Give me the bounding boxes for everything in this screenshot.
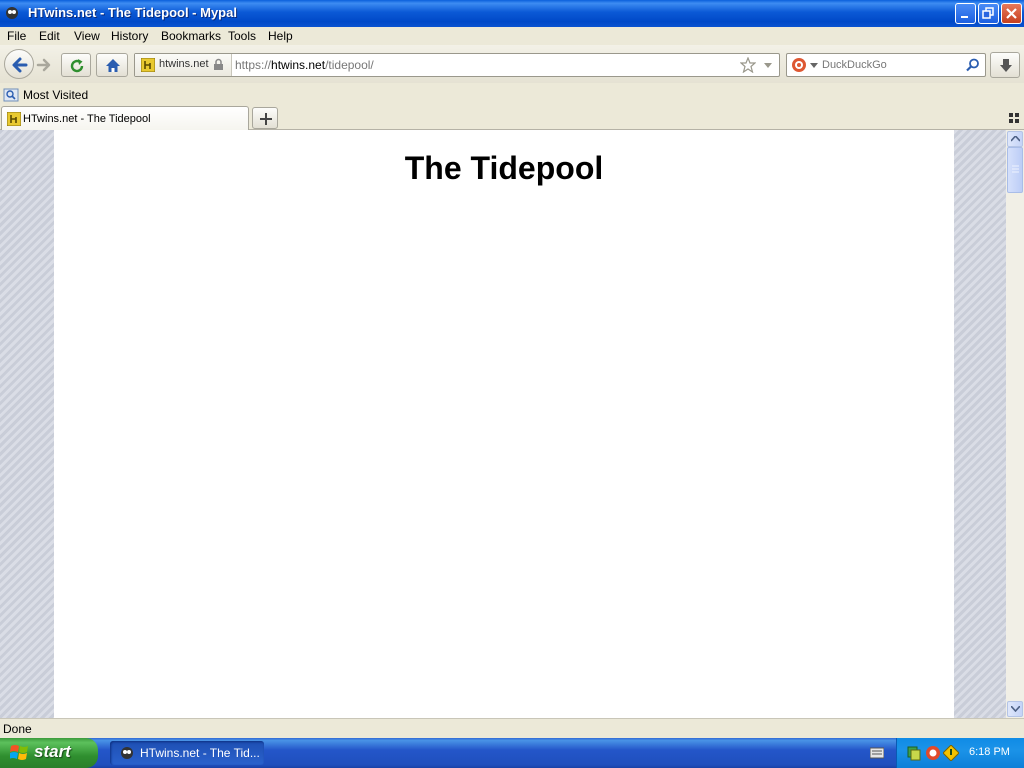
status-text: Done [3, 722, 32, 736]
start-label: start [34, 742, 71, 761]
menu-history[interactable]: History [111, 29, 148, 43]
menu-view[interactable]: View [74, 29, 100, 43]
page-heading: The Tidepool [404, 150, 604, 186]
content-area: The Tidepool [0, 130, 1006, 718]
clock[interactable]: 6:18 PM [969, 746, 1010, 758]
windows-logo-icon [10, 745, 28, 760]
tab-list-icon[interactable] [1009, 113, 1019, 123]
download-arrow-icon [1000, 59, 1012, 72]
url-path: /tidepool/ [325, 58, 374, 72]
menu-file[interactable]: File [7, 29, 26, 43]
site-favicon-icon [141, 58, 155, 72]
forward-button[interactable] [35, 56, 55, 74]
menu-bookmarks[interactable]: Bookmarks [161, 29, 221, 43]
vertical-scrollbar[interactable] [1006, 130, 1024, 718]
close-icon [1006, 8, 1017, 19]
scroll-down-button[interactable] [1007, 701, 1023, 717]
url-bar[interactable]: htwins.net https://htwins.net/tidepool/ [134, 53, 780, 77]
reload-icon [70, 59, 84, 73]
security-tray-icon[interactable] [925, 745, 941, 761]
menu-edit[interactable]: Edit [39, 29, 60, 43]
restore-icon [982, 7, 994, 19]
network-tray-icon[interactable] [907, 745, 921, 761]
lock-icon [214, 58, 223, 70]
system-tray: 6:18 PM [896, 738, 1024, 768]
tab-strip: HTwins.net - The Tidepool [0, 106, 1024, 130]
site-identity-label: htwins.net [159, 58, 209, 70]
scroll-up-arrow-icon [1011, 136, 1020, 142]
minimize-button[interactable] [955, 3, 976, 24]
taskbar-window-button[interactable]: HTwins.net - The Tid... [110, 741, 264, 765]
url-text[interactable]: https://htwins.net/tidepool/ [235, 58, 374, 72]
mypal-taskbar-icon [121, 747, 133, 759]
plus-icon [260, 113, 272, 125]
start-button[interactable]: start [0, 738, 98, 768]
home-button[interactable] [96, 53, 128, 77]
taskbar-window-label: HTwins.net - The Tid... [140, 746, 260, 760]
tab-label: HTwins.net - The Tidepool [23, 113, 151, 125]
scroll-down-arrow-icon [1011, 706, 1020, 712]
taskbar: start HTwins.net - The Tid... 6:18 PM [0, 738, 1024, 768]
page-body: The Tidepool [54, 130, 954, 718]
back-button[interactable] [4, 49, 34, 79]
minimize-icon [961, 16, 968, 18]
window-title: HTwins.net - The Tidepool - Mypal [28, 5, 237, 20]
forward-arrow-icon [36, 58, 51, 72]
search-icon[interactable] [966, 58, 980, 72]
engine-dropdown-icon[interactable] [810, 63, 818, 69]
downloads-button[interactable] [990, 52, 1020, 78]
menu-tools[interactable]: Tools [228, 29, 256, 43]
app-icon [6, 7, 18, 19]
history-dropdown-icon[interactable] [763, 62, 773, 70]
update-tray-icon[interactable] [943, 745, 959, 761]
status-bar: Done [0, 718, 1024, 738]
bookmarks-toolbar: Most Visited [0, 83, 1024, 106]
site-identity-button[interactable]: htwins.net [135, 54, 232, 76]
scroll-up-button[interactable] [1007, 131, 1023, 147]
keyboard-icon[interactable] [870, 747, 884, 759]
search-input[interactable]: DuckDuckGo [822, 59, 887, 71]
tab-favicon-icon [7, 112, 21, 126]
reload-button[interactable] [61, 53, 91, 77]
close-button[interactable] [1001, 3, 1022, 24]
search-bar[interactable]: DuckDuckGo [786, 53, 986, 77]
tab-htwins-tidepool[interactable]: HTwins.net - The Tidepool [1, 106, 249, 130]
scroll-grip-icon [1012, 165, 1019, 173]
navigation-toolbar: htwins.net https://htwins.net/tidepool/ … [0, 45, 1024, 83]
duckduckgo-engine-icon[interactable] [791, 57, 807, 73]
url-host: htwins.net [271, 58, 326, 72]
window-titlebar[interactable]: HTwins.net - The Tidepool - Mypal [0, 0, 1024, 27]
menu-bar: File Edit View History Bookmarks Tools H… [0, 27, 1024, 45]
menu-help[interactable]: Help [268, 29, 293, 43]
home-icon [106, 59, 120, 72]
most-visited-label: Most Visited [23, 88, 89, 102]
bookmark-star-icon[interactable] [740, 57, 756, 73]
most-visited-folder-icon [3, 88, 19, 102]
scroll-thumb[interactable] [1007, 147, 1023, 193]
url-scheme: https:// [235, 58, 272, 72]
new-tab-button[interactable] [252, 107, 278, 129]
back-arrow-icon [12, 57, 28, 73]
restore-button[interactable] [978, 3, 999, 24]
